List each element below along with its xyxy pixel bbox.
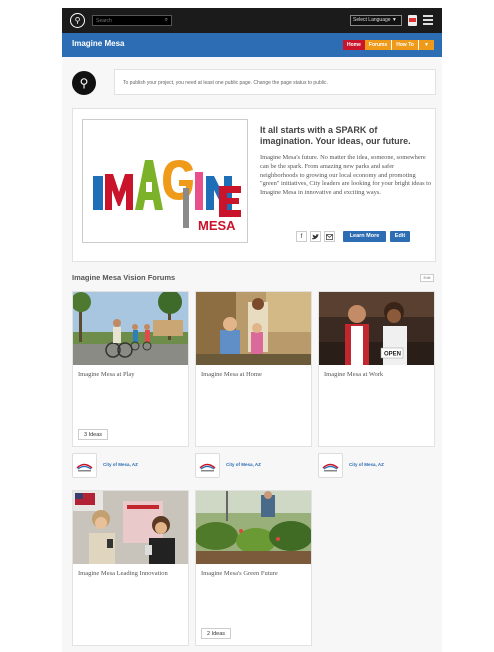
- forum-card-thumbnail[interactable]: [73, 292, 188, 365]
- forum-card-title[interactable]: Imagine Mesa's Green Future: [201, 569, 309, 578]
- owner-avatar[interactable]: [195, 453, 220, 478]
- forum-card-thumbnail[interactable]: [196, 491, 311, 564]
- publish-notice: To publish your project, you need at lea…: [114, 69, 436, 95]
- site-header: Imagine Mesa Home Forums How To ▼: [62, 33, 442, 57]
- svg-text:OPEN: OPEN: [384, 352, 401, 358]
- forum-card-title[interactable]: Imagine Mesa at Work: [324, 370, 432, 379]
- forum-card-thumbnail[interactable]: OPEN: [319, 292, 434, 365]
- hamburger-menu-icon[interactable]: [423, 15, 433, 25]
- forum-card[interactable]: Imagine Mesa Leading Innovation: [72, 490, 189, 646]
- logo-sub-text: MESA: [198, 218, 236, 233]
- nav-dropdown[interactable]: ▼: [417, 40, 434, 50]
- work-scene-image: OPEN: [319, 292, 434, 365]
- imagine-mesa-logo: MESA: [82, 119, 248, 243]
- feature-title: It all starts with a SPARK of imaginatio…: [260, 125, 411, 146]
- forum-card-title[interactable]: Imagine Mesa at Home: [201, 370, 309, 379]
- site-logo-icon[interactable]: ⚲: [70, 13, 85, 28]
- garden-scene-image: [196, 491, 311, 564]
- twitter-share-icon[interactable]: [310, 231, 321, 242]
- ideas-count-badge[interactable]: 3 Ideas: [78, 429, 109, 440]
- home-scene-image: [196, 292, 311, 365]
- nav-home[interactable]: Home: [343, 40, 365, 50]
- site-title[interactable]: Imagine Mesa: [72, 39, 124, 48]
- nav-how-to[interactable]: How To: [391, 40, 418, 50]
- main-nav: Home Forums How To ▼: [343, 40, 434, 50]
- forum-card-title[interactable]: Imagine Mesa at Play: [78, 370, 186, 379]
- imagine-mesa-logo-graphic: MESA: [93, 160, 241, 233]
- learn-more-button[interactable]: Learn More: [343, 231, 386, 242]
- feature-card: MESA It all starts with a SPARK of imagi…: [72, 108, 436, 262]
- language-select[interactable]: Select Language ▼: [350, 15, 402, 26]
- top-bar: ⚲ Search ⌕ Select Language ▼: [62, 8, 442, 33]
- search-icon[interactable]: ⌕: [165, 16, 168, 24]
- forum-card-title[interactable]: Imagine Mesa Leading Innovation: [78, 569, 186, 578]
- search-placeholder: Search: [96, 18, 112, 24]
- owner-avatar[interactable]: [318, 453, 343, 478]
- forum-owner[interactable]: City of Mesa, AZ: [72, 453, 189, 481]
- innovation-scene-image: [73, 491, 188, 564]
- ideas-count-badge[interactable]: 2 Ideas: [201, 628, 232, 639]
- feature-description: Imagine Mesa's future. No matter the ide…: [260, 154, 432, 197]
- forums-section-title: Imagine Mesa Vision Forums: [72, 273, 176, 282]
- forums-edit-button[interactable]: Edit: [420, 274, 434, 282]
- search-input[interactable]: Search ⌕: [92, 15, 172, 26]
- owner-avatar[interactable]: [72, 453, 97, 478]
- forum-card[interactable]: Imagine Mesa's Green Future 2 Ideas: [195, 490, 312, 646]
- forum-card[interactable]: OPEN Imagine Mesa at Work: [318, 291, 435, 447]
- facebook-share-icon[interactable]: f: [296, 231, 307, 242]
- owner-name[interactable]: City of Mesa, AZ: [226, 462, 261, 467]
- forum-card[interactable]: Imagine Mesa at Play 3 Ideas: [72, 291, 189, 447]
- page: ⚲ Search ⌕ Select Language ▼ Imagine Mes…: [0, 0, 494, 652]
- forum-card-thumbnail[interactable]: [73, 491, 188, 564]
- forum-card-thumbnail[interactable]: [196, 292, 311, 365]
- owner-name[interactable]: City of Mesa, AZ: [103, 462, 138, 467]
- nav-forums[interactable]: Forums: [364, 40, 392, 50]
- bike-scene-image: [73, 292, 188, 365]
- project-logo-icon: ⚲: [72, 71, 96, 95]
- owner-name[interactable]: City of Mesa, AZ: [349, 462, 384, 467]
- flag-icon[interactable]: [408, 15, 417, 26]
- email-share-icon[interactable]: [324, 231, 335, 242]
- forum-owner[interactable]: City of Mesa, AZ: [195, 453, 312, 481]
- forum-card[interactable]: Imagine Mesa at Home: [195, 291, 312, 447]
- forum-owner[interactable]: City of Mesa, AZ: [318, 453, 435, 481]
- site-canvas: ⚲ Search ⌕ Select Language ▼ Imagine Mes…: [62, 8, 442, 652]
- feature-edit-button[interactable]: Edit: [390, 231, 410, 242]
